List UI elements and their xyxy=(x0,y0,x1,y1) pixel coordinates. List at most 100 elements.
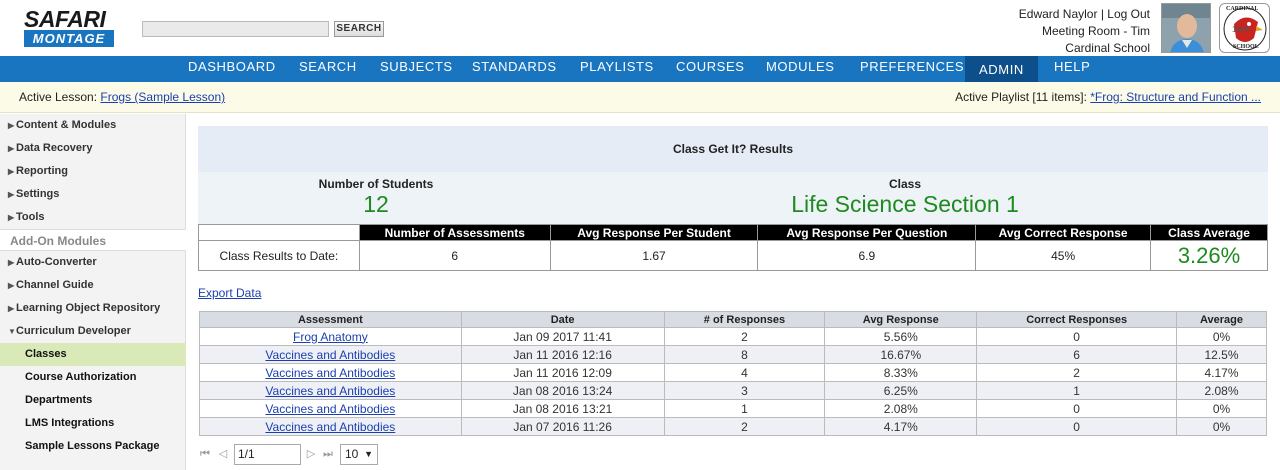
avatar[interactable] xyxy=(1161,3,1211,53)
col-header-avg-response[interactable]: Avg Response xyxy=(824,311,978,328)
nav-modules[interactable]: MODULES xyxy=(766,56,835,82)
sidebar-subitem-classes[interactable]: Classes xyxy=(0,343,186,366)
active-lesson-label: Active Lesson: xyxy=(19,90,98,104)
user-separator: | xyxy=(1100,7,1104,21)
assessment-link[interactable]: Vaccines and Antibodies xyxy=(265,366,395,380)
sidebar-item-tools[interactable]: ▶ Tools xyxy=(0,206,186,229)
table-cell: Jan 08 2016 13:24 xyxy=(460,381,665,400)
nav-subjects[interactable]: SUBJECTS xyxy=(380,56,453,82)
sidebar-item-curriculum-developer[interactable]: ▼Curriculum Developer xyxy=(0,320,186,343)
nav-help[interactable]: HELP xyxy=(1054,56,1090,82)
per-page-select[interactable]: 10 ▼ xyxy=(340,444,378,465)
chevron-down-icon: ▼ xyxy=(364,449,373,459)
nav-search[interactable]: SEARCH xyxy=(299,56,357,82)
table-cell: 6 xyxy=(976,345,1178,364)
sidebar-section-addons: Add-On Modules xyxy=(0,229,186,251)
sidebar-subitem-departments[interactable]: Departments xyxy=(0,389,186,412)
class-label: Class xyxy=(888,177,922,191)
results-cell: 45% xyxy=(975,240,1152,271)
table-cell: 4.17% xyxy=(1176,363,1267,382)
results-row-label: Class Results to Date: xyxy=(198,240,360,271)
sidebar-item-label: Tools xyxy=(16,211,45,223)
caret-right-icon: ▶ xyxy=(8,144,15,153)
nav-admin[interactable]: ADMIN xyxy=(965,56,1038,82)
school-logo-year: 1885 xyxy=(1232,25,1250,34)
search-input[interactable] xyxy=(142,21,329,37)
table-cell: 4.17% xyxy=(824,417,978,436)
table-cell: 0% xyxy=(1176,399,1267,418)
results-header: Avg Response Per Question xyxy=(757,224,977,241)
col-header-correct[interactable]: Correct Responses xyxy=(976,311,1178,328)
table-cell: Jan 11 2016 12:16 xyxy=(460,345,665,364)
sidebar-item-label: Channel Guide xyxy=(16,279,94,291)
class-summary: Number of Students 12 Class Life Science… xyxy=(198,172,1268,224)
caret-right-icon: ▶ xyxy=(8,258,15,267)
table-row: Vaccines and Antibodies Jan 11 2016 12:16… xyxy=(199,345,1267,364)
table-row: Vaccines and Antibodies Jan 11 2016 12:09… xyxy=(199,363,1267,382)
last-page-icon[interactable]: ⏭ xyxy=(321,447,335,461)
assessment-link[interactable]: Vaccines and Antibodies xyxy=(265,384,395,398)
col-header-responses[interactable]: # of Responses xyxy=(663,311,826,328)
sidebar-item-label: Settings xyxy=(16,188,60,200)
sidebar-item-channel-guide[interactable]: ▶ Channel Guide xyxy=(0,274,186,297)
sidebar-item-data-recovery[interactable]: ▶ Data Recovery xyxy=(0,137,186,160)
nav-dashboard[interactable]: DASHBOARD xyxy=(188,56,276,82)
table-cell: Jan 09 2017 11:41 xyxy=(460,327,665,346)
assessment-cell: Vaccines and Antibodies xyxy=(199,381,462,400)
active-playlist: Active Playlist [11 items]: *Frog: Struc… xyxy=(955,90,1261,104)
results-header: Number of Assessments xyxy=(358,224,551,241)
assessment-link[interactable]: Vaccines and Antibodies xyxy=(265,402,395,416)
sidebar-item-auto-converter[interactable]: ▶ Auto-Converter xyxy=(0,251,186,274)
col-header-average[interactable]: Average xyxy=(1176,311,1267,328)
safari-montage-logo[interactable]: SAFARI MONTAGE xyxy=(24,8,116,50)
assessment-link[interactable]: Vaccines and Antibodies xyxy=(265,420,395,434)
logout-link[interactable]: Log Out xyxy=(1107,7,1150,21)
caret-down-icon: ▼ xyxy=(8,327,16,336)
col-header-date[interactable]: Date xyxy=(460,311,665,328)
table-cell: 0% xyxy=(1176,417,1267,436)
next-page-icon[interactable]: ▷ xyxy=(304,447,318,461)
students-label: Number of Students xyxy=(318,177,434,191)
assessment-cell: Vaccines and Antibodies xyxy=(199,345,462,364)
active-lesson-link[interactable]: Frogs (Sample Lesson) xyxy=(100,90,225,104)
sidebar-item-label: Auto-Converter xyxy=(16,256,97,268)
active-playlist-link[interactable]: *Frog: Structure and Function ... xyxy=(1090,90,1261,104)
search-button[interactable]: SEARCH xyxy=(334,21,384,37)
active-lesson-bar: Active Lesson: Frogs (Sample Lesson) Act… xyxy=(0,82,1280,113)
assessment-cell: Frog Anatomy xyxy=(199,327,462,346)
export-data-link[interactable]: Export Data xyxy=(198,286,261,300)
caret-right-icon: ▶ xyxy=(8,213,15,222)
nav-preferences[interactable]: PREFERENCES xyxy=(860,56,964,82)
assessment-link[interactable]: Vaccines and Antibodies xyxy=(265,348,395,362)
nav-standards[interactable]: STANDARDS xyxy=(472,56,557,82)
sidebar-item-settings[interactable]: ▶ Settings xyxy=(0,183,186,206)
sidebar-subitem-lms-integrations[interactable]: LMS Integrations xyxy=(0,412,186,435)
assessment-link[interactable]: Frog Anatomy xyxy=(293,330,368,344)
sidebar-item-reporting[interactable]: ▶ Reporting xyxy=(0,160,186,183)
active-playlist-label: Active Playlist [11 items]: xyxy=(955,90,1087,104)
col-header-assessment[interactable]: Assessment xyxy=(199,311,462,328)
main-nav: DASHBOARD SEARCH SUBJECTS STANDARDS PLAY… xyxy=(0,56,1280,82)
sidebar-subitem-course-authorization[interactable]: Course Authorization xyxy=(0,366,186,389)
first-page-icon[interactable]: ⏮ xyxy=(198,447,212,461)
sidebar-item-learning-object-repository[interactable]: ▶ Learning Object Repository xyxy=(0,297,186,320)
sidebar-item-label: Content & Modules xyxy=(16,119,117,131)
sidebar-item-label: Learning Object Repository xyxy=(16,302,161,314)
per-page-value: 10 xyxy=(345,447,359,461)
user-info: Edward Naylor | Log Out Meeting Room - T… xyxy=(1019,6,1150,57)
assessment-cell: Vaccines and Antibodies xyxy=(199,417,462,436)
results-header: Avg Correct Response xyxy=(975,224,1152,241)
nav-playlists[interactable]: PLAYLISTS xyxy=(580,56,654,82)
page-input[interactable]: 1/1 xyxy=(234,444,301,465)
table-row: Vaccines and Antibodies Jan 08 2016 13:24… xyxy=(199,381,1267,400)
table-cell: 2 xyxy=(663,417,826,436)
caret-right-icon: ▶ xyxy=(8,304,15,313)
table-cell: 0 xyxy=(976,417,1178,436)
sidebar-subitem-sample-lessons-package[interactable]: Sample Lessons Package xyxy=(0,435,186,458)
prev-page-icon[interactable]: ◁ xyxy=(216,447,230,461)
table-cell: Jan 08 2016 13:21 xyxy=(460,399,665,418)
caret-right-icon: ▶ xyxy=(8,190,15,199)
nav-courses[interactable]: COURSES xyxy=(676,56,745,82)
sidebar-item-content-modules[interactable]: ▶ Content & Modules xyxy=(0,114,186,137)
meeting-room: Meeting Room - Tim xyxy=(1041,24,1150,38)
